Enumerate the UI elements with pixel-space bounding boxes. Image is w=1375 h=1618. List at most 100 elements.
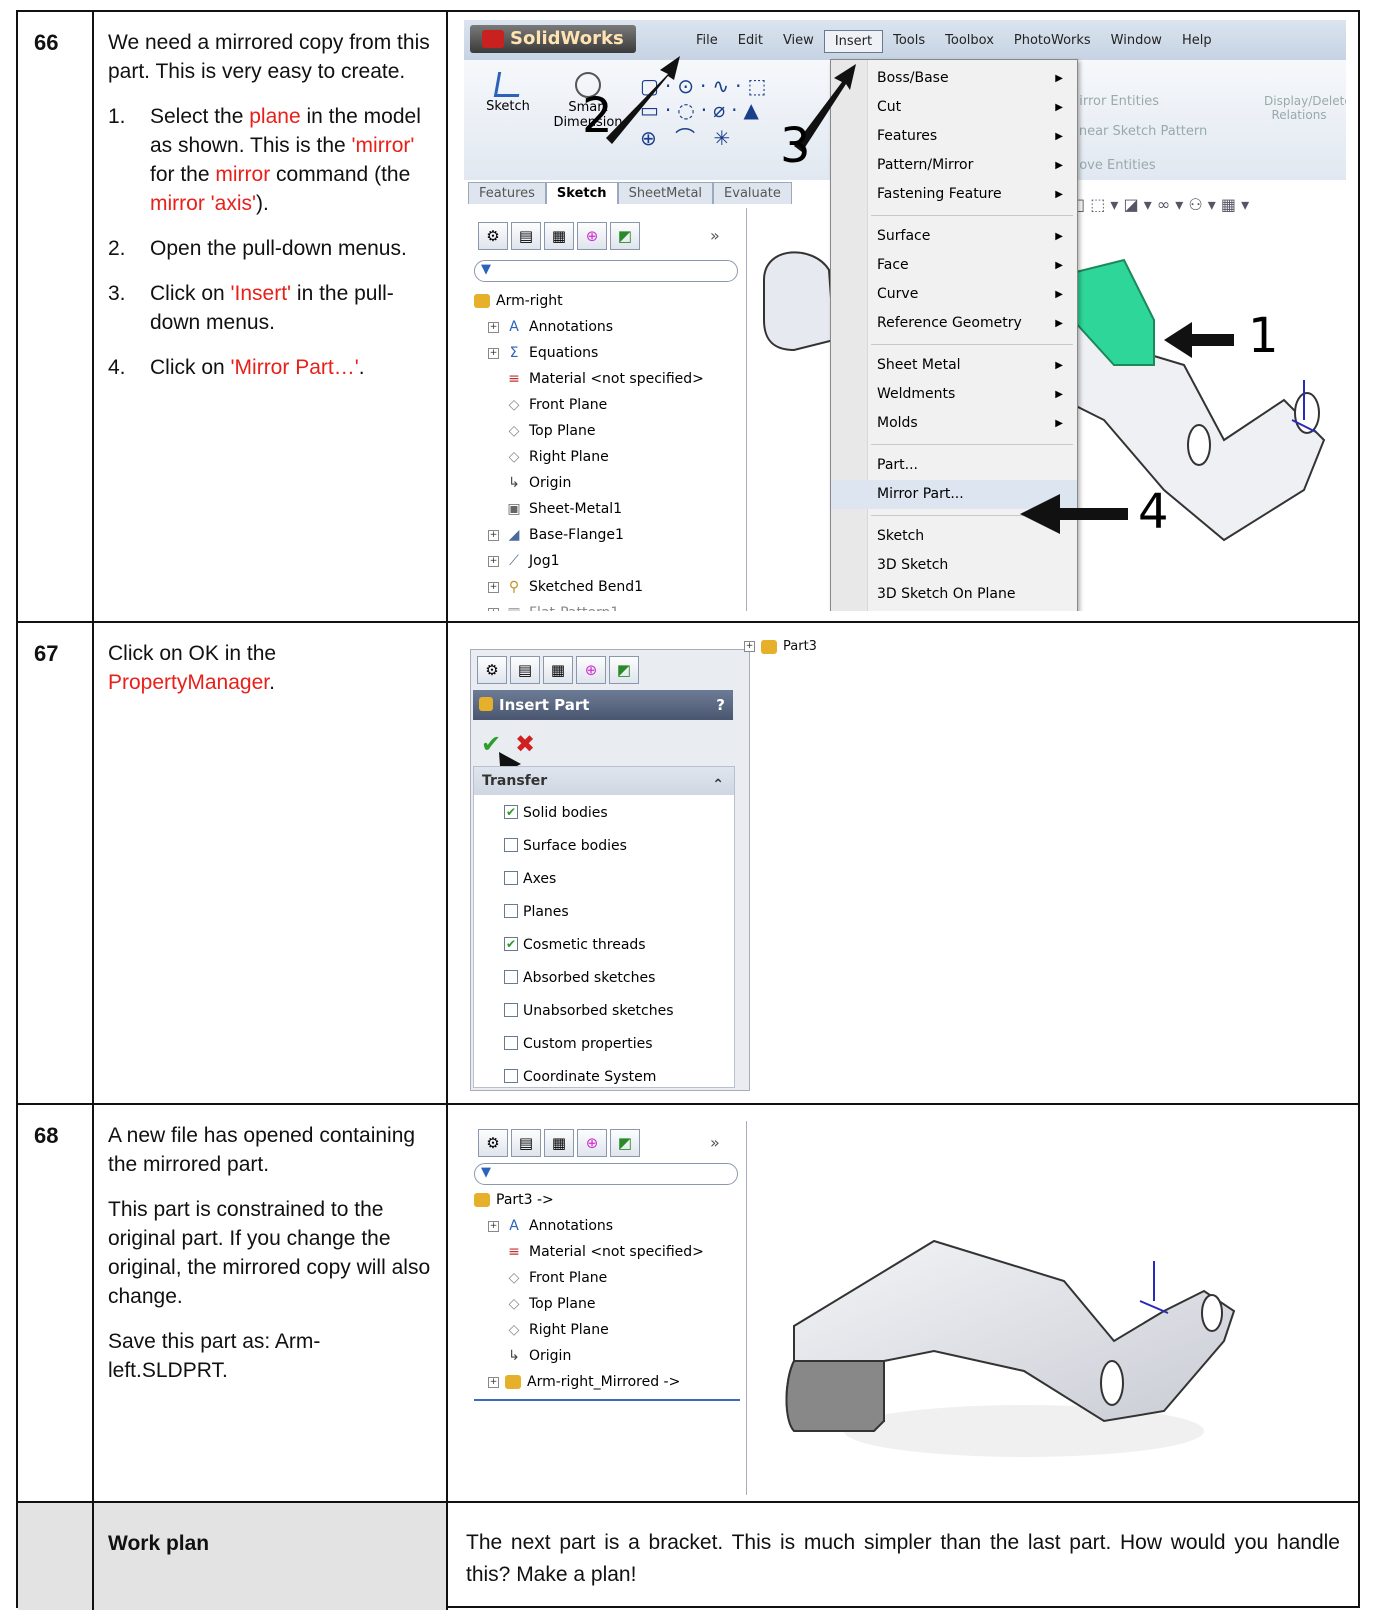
highlighted-term: 'Mirror Part…' (230, 356, 359, 379)
checkbox-checked[interactable]: ✔ (504, 805, 518, 819)
text-run: . (358, 356, 365, 379)
dimxpert-tab-icon[interactable]: ⊕ (576, 656, 606, 684)
step-item-number: 3. (108, 282, 126, 305)
checkbox-unchecked[interactable] (504, 904, 518, 918)
insert-part-icon (479, 697, 493, 711)
highlighted-term: mirror (215, 163, 271, 186)
propertymanager-tab-icon[interactable]: ▤ (510, 656, 540, 684)
step-number: 68 (18, 1105, 94, 1501)
checkbox-unchecked[interactable] (504, 838, 518, 852)
highlighted-term: mirror 'axis' (150, 192, 257, 215)
transfer-option[interactable]: ✔ Solid bodies (504, 797, 608, 830)
text-run: Select the (150, 105, 250, 128)
callout-2: 2 (582, 88, 613, 144)
step-item: 1. Select the plane in the model as shown… (108, 102, 432, 218)
option-label: Coordinate System (523, 1069, 657, 1085)
collapse-icon[interactable]: ⌃ (712, 771, 724, 799)
mirrored-model-view (785, 1239, 1236, 1457)
expand-icon[interactable]: + (744, 641, 755, 652)
option-label: Custom properties (523, 1036, 653, 1052)
transfer-option[interactable]: Coordinate System (504, 1061, 657, 1090)
mirrored-part-screenshot: ⚙ ▤ ▦ ⊕ ◩ » ▼ Part3 -> + A Annotations ≡ Mate… (464, 1121, 1340, 1495)
step-text: Click on OK in the PropertyManager. (94, 623, 448, 1103)
propertymanager-title-bar: Insert Part ? (473, 690, 733, 720)
graphics-tree-root: + Part3 (744, 639, 817, 654)
text-run: ). (256, 192, 269, 215)
text-run: . (269, 671, 275, 694)
transfer-option[interactable]: Surface bodies (504, 830, 627, 863)
option-label: Axes (523, 871, 557, 887)
display-manager-tab-icon[interactable]: ◩ (609, 656, 639, 684)
highlighted-term: plane (249, 105, 301, 128)
panel-tabs: ⚙ ▤ ▦ ⊕ ◩ (477, 656, 639, 684)
text-run: Click on (150, 356, 231, 379)
step-paragraph: This part is constrained to the original… (108, 1198, 431, 1308)
part-icon (761, 639, 777, 654)
transfer-group: Transfer ⌃ ✔ Solid bodies Surface bodies Ax… (473, 766, 735, 1088)
step-item: 3. Click on 'Insert' in the pull-down men… (108, 279, 432, 337)
callout-1: 1 (1248, 308, 1279, 364)
arrow-4 (1020, 494, 1128, 534)
text-run: Click on OK in the (108, 642, 277, 665)
step-number: 67 (18, 623, 94, 1103)
featuremanager-tab-icon[interactable]: ⚙ (477, 656, 507, 684)
work-plan-number-cell (18, 1503, 94, 1610)
arrow-2 (606, 56, 680, 144)
highlighted-term: PropertyManager (108, 671, 270, 694)
option-label: Absorbed sketches (523, 970, 656, 986)
instruction-table: 66 We need a mirrored copy from this par… (16, 10, 1360, 1610)
callout-4: 4 (1138, 484, 1169, 540)
checkbox-unchecked[interactable] (504, 1069, 518, 1083)
transfer-option[interactable]: Planes (504, 896, 569, 929)
text-run: command (the (270, 163, 411, 186)
step-image: ⚙ ▤ ▦ ⊕ ◩ Insert Part ? ✔ ✖ Transfer ⌃ ✔… (448, 623, 1358, 1103)
step-image: SolidWorks File Edit View Insert Tools Toolbo… (448, 12, 1358, 621)
checkbox-unchecked[interactable] (504, 871, 518, 885)
option-label: Planes (523, 904, 569, 920)
highlighted-term: 'mirror' (351, 134, 415, 157)
step-row-67: 67 Click on OK in the PropertyManager. ⚙… (18, 621, 1358, 1103)
step-item: 4. Click on 'Mirror Part…'. (108, 353, 432, 382)
work-plan-row: Work plan The next part is a bracket. Th… (18, 1501, 1358, 1610)
option-label: Unabsorbed sketches (523, 1003, 674, 1019)
step-list: 1. Select the plane in the model as shown… (108, 102, 432, 382)
configurationmanager-tab-icon[interactable]: ▦ (543, 656, 573, 684)
transfer-option[interactable]: Unabsorbed sketches (504, 995, 674, 1028)
transfer-option[interactable]: Absorbed sketches (504, 962, 655, 995)
solidworks-screenshot-insert-menu: SolidWorks File Edit View Insert Tools Toolbo… (464, 20, 1346, 611)
step-paragraph: A new file has opened containing the mir… (108, 1124, 416, 1176)
step-instruction: Click on OK in the PropertyManager. (108, 639, 432, 697)
checkbox-unchecked[interactable] (504, 970, 518, 984)
transfer-option[interactable]: Axes (504, 863, 556, 896)
insert-part-propertymanager: ⚙ ▤ ▦ ⊕ ◩ Insert Part ? ✔ ✖ Transfer ⌃ ✔… (470, 649, 750, 1091)
step-text: We need a mirrored copy from this part. … (94, 12, 448, 621)
transfer-option[interactable]: ✔ Cosmetic threads (504, 929, 646, 962)
step-image: ⚙ ▤ ▦ ⊕ ◩ » ▼ Part3 -> + A Annotations ≡ Mate… (448, 1105, 1358, 1501)
mirrored-part (785, 1239, 1236, 1457)
option-label: Solid bodies (523, 805, 608, 821)
work-plan-label: Work plan (94, 1503, 448, 1610)
text-run: for the (150, 163, 216, 186)
callout-3: 3 (780, 118, 811, 174)
highlighted-term: 'Insert' (230, 282, 292, 305)
checkbox-unchecked[interactable] (504, 1036, 518, 1050)
checkbox-unchecked[interactable] (504, 1003, 518, 1017)
option-label: Cosmetic threads (523, 937, 646, 953)
step-paragraph: Save this part as: Arm-left.SLDPRT. (108, 1330, 321, 1382)
step-text: A new file has opened containing the mir… (94, 1105, 448, 1501)
help-icon[interactable]: ? (716, 690, 725, 720)
step-number: 66 (18, 12, 94, 621)
transfer-option[interactable]: Custom properties (504, 1028, 653, 1061)
transfer-group-header[interactable]: Transfer ⌃ (474, 767, 734, 795)
step-item-number: 2. (108, 237, 126, 260)
step-item-number: 1. (108, 105, 126, 128)
text-run: Click on (150, 282, 231, 305)
checkbox-checked[interactable]: ✔ (504, 937, 518, 951)
step-intro: We need a mirrored copy from this part. … (108, 31, 430, 83)
step-item-number: 4. (108, 356, 126, 379)
work-plan-text-cell: The next part is a bracket. This is much… (448, 1503, 1358, 1610)
step-row-66: 66 We need a mirrored copy from this par… (18, 12, 1358, 621)
text-run: Open the pull-down menus. (150, 237, 407, 260)
arrow-1 (1164, 322, 1234, 358)
step-item: 2. Open the pull-down menus. (108, 234, 432, 263)
